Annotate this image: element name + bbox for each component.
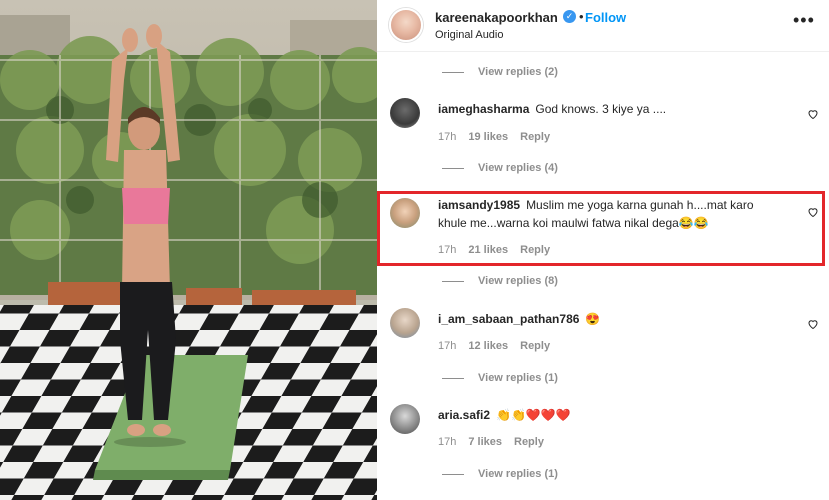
commenter-username[interactable]: iameghasharma <box>438 102 529 116</box>
view-replies-label: View replies (8) <box>478 275 558 287</box>
reply-dash <box>442 473 464 475</box>
view-replies-link[interactable]: View replies (8) <box>442 274 558 288</box>
post-header: kareenakapoorkhan ✓ • Follow Original Au… <box>377 0 829 52</box>
comment-text: iameghasharma God knows. 3 kiye ya .... <box>438 100 798 118</box>
view-replies-link[interactable]: View replies (4) <box>442 161 558 175</box>
view-replies-label: View replies (4) <box>478 162 558 174</box>
view-replies-label: View replies (2) <box>478 66 558 78</box>
comment-emojis: 👏👏❤️❤️❤️ <box>496 408 571 422</box>
view-replies-link[interactable]: View replies (1) <box>442 371 558 385</box>
reel-video[interactable] <box>0 0 377 500</box>
like-heart-icon[interactable] <box>807 318 819 330</box>
commenter-username[interactable]: iamsandy1985 <box>438 198 520 212</box>
commenter-username[interactable]: i_am_sabaan_pathan786 <box>438 312 579 326</box>
reply-button[interactable]: Reply <box>514 436 544 448</box>
reply-dash <box>442 377 464 379</box>
commenter-avatar[interactable] <box>390 308 420 338</box>
comment-text: aria.safi2 👏👏❤️❤️❤️ <box>438 406 798 424</box>
author-username[interactable]: kareenakapoorkhan <box>435 10 558 25</box>
comment-likes[interactable]: 12 likes <box>468 340 508 352</box>
reply-dash <box>442 167 464 169</box>
commenter-avatar[interactable] <box>390 198 420 228</box>
view-replies-label: View replies (1) <box>478 468 558 480</box>
header-separator: • <box>579 9 584 24</box>
like-heart-icon[interactable] <box>807 206 819 218</box>
reply-button[interactable]: Reply <box>520 340 550 352</box>
comment-text: iamsandy1985 Muslim me yoga karna gunah h… <box>438 196 778 232</box>
follow-button[interactable]: Follow <box>585 10 626 25</box>
comment-meta: 17h 19 likes Reply <box>438 131 550 143</box>
reply-dash <box>442 280 464 282</box>
view-replies-link[interactable]: View replies (2) <box>442 65 558 79</box>
commenter-username[interactable]: aria.safi2 <box>438 408 490 422</box>
comment-emojis: 😂😂 <box>678 216 709 230</box>
comments-panel: kareenakapoorkhan ✓ • Follow Original Au… <box>377 0 829 500</box>
comment-meta: 17h 7 likes Reply <box>438 436 544 448</box>
comment-time: 17h <box>438 340 457 352</box>
commenter-avatar[interactable] <box>390 98 420 128</box>
comment-time: 17h <box>438 244 457 256</box>
comment-text: i_am_sabaan_pathan786 😍 <box>438 310 798 328</box>
more-options-icon[interactable]: ••• <box>793 10 815 31</box>
view-replies-label: View replies (1) <box>478 372 558 384</box>
author-avatar[interactable] <box>389 8 423 42</box>
reply-button[interactable]: Reply <box>520 131 550 143</box>
comment-meta: 17h 12 likes Reply <box>438 340 550 352</box>
comment-emojis: 😍 <box>585 312 601 326</box>
comment-likes[interactable]: 21 likes <box>468 244 508 256</box>
view-replies-link[interactable]: View replies (1) <box>442 467 558 481</box>
comment-time: 17h <box>438 436 457 448</box>
reply-button[interactable]: Reply <box>520 244 550 256</box>
audio-label[interactable]: Original Audio <box>435 29 504 41</box>
comment-body: God knows. 3 kiye ya .... <box>535 102 667 116</box>
commenter-avatar[interactable] <box>390 404 420 434</box>
comment-likes[interactable]: 7 likes <box>468 436 502 448</box>
comment-likes[interactable]: 19 likes <box>468 131 508 143</box>
comment-time: 17h <box>438 131 457 143</box>
verified-badge-icon: ✓ <box>563 10 576 23</box>
like-heart-icon[interactable] <box>807 108 819 120</box>
comment-meta: 17h 21 likes Reply <box>438 244 550 256</box>
yoga-video-frame <box>0 0 377 500</box>
reply-dash <box>442 71 464 73</box>
